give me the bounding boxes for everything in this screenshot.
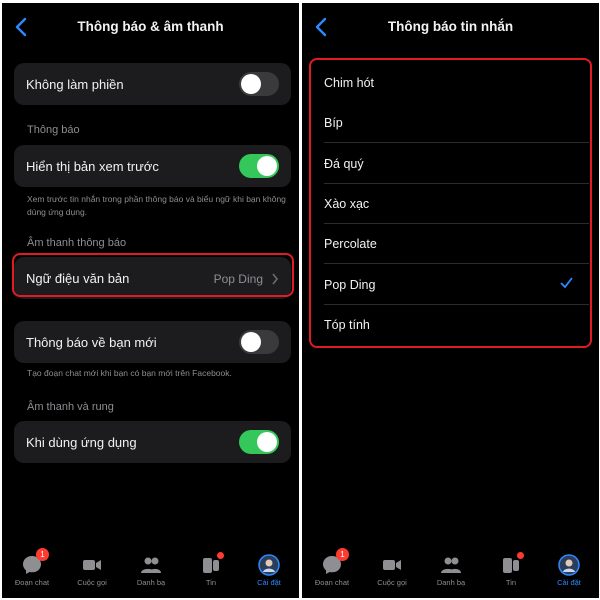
dnd-toggle[interactable]	[239, 72, 279, 96]
tab-stories-label: Tin	[205, 578, 217, 587]
tab-chats-label: Đoạn chat	[14, 578, 50, 587]
section-sound: Âm thanh thông báo	[27, 237, 127, 249]
tab-settings[interactable]: Cài đặt	[241, 554, 297, 587]
tab-contacts-label: Danh bạ	[436, 578, 466, 587]
tab-bar: 1 Đoạn chat Cuộc gọi Danh bạ Tin Cài đặt	[2, 548, 299, 598]
stories-icon	[500, 552, 524, 576]
tab-calls[interactable]: Cuộc gọi	[364, 554, 420, 587]
new-friend-toggle[interactable]	[239, 330, 279, 354]
nav-bar: Thông báo & âm thanh	[2, 3, 299, 51]
avatar	[258, 554, 280, 576]
section-vibrate: Âm thanh và rung	[27, 401, 114, 413]
page-title: Thông báo tin nhắn	[387, 19, 514, 34]
new-friend-note: Tạo đoạn chat mới khi bạn có bạn mới trê…	[27, 368, 232, 378]
tab-bar: 1 Đoạn chat Cuộc gọi Danh bạ Tin Cài đặt	[302, 548, 599, 598]
tab-calls-label: Cuộc gọi	[377, 578, 407, 587]
avatar	[558, 554, 580, 576]
preview-label: Hiển thị bản xem trước	[26, 159, 159, 174]
tab-stories[interactable]: Tin	[483, 552, 539, 587]
in-app-row[interactable]: Khi dùng ứng dụng	[14, 421, 291, 463]
dnd-row[interactable]: Không làm phiền	[14, 63, 291, 105]
section-notifications: Thông báo	[27, 124, 80, 136]
tab-chats[interactable]: 1 Đoạn chat	[304, 548, 360, 587]
highlight-box	[12, 253, 294, 297]
tab-calls-label: Cuộc gọi	[77, 578, 107, 587]
chat-bubble-icon: 1	[21, 548, 49, 576]
tab-calls[interactable]: Cuộc gọi	[64, 554, 120, 587]
in-app-toggle[interactable]	[239, 430, 279, 454]
dnd-label: Không làm phiền	[26, 77, 124, 92]
highlight-box	[309, 58, 592, 348]
tab-chats-label: Đoạn chat	[314, 578, 350, 587]
tab-stories-label: Tin	[505, 578, 517, 587]
chat-bubble-icon: 1	[321, 548, 349, 576]
tab-contacts[interactable]: Danh bạ	[123, 554, 179, 587]
tab-contacts[interactable]: Danh bạ	[423, 554, 479, 587]
tab-settings-label: Cài đặt	[257, 578, 281, 587]
tab-settings[interactable]: Cài đặt	[541, 554, 597, 587]
notifications-sound-screen: Thông báo & âm thanh Không làm phiền Thô…	[2, 3, 299, 598]
preview-note: Xem trước tin nhắn trong phần thông báo …	[27, 194, 286, 217]
new-friend-row[interactable]: Thông báo về bạn mới	[14, 321, 291, 363]
video-camera-icon	[81, 554, 103, 576]
stories-dot	[217, 552, 224, 559]
nav-bar: Thông báo tin nhắn	[302, 3, 599, 51]
chats-badge: 1	[336, 548, 349, 561]
stories-dot	[517, 552, 524, 559]
message-tone-screen: Thông báo tin nhắn Chim hót Bíp Đá quý Xào …	[302, 3, 599, 598]
tab-contacts-label: Danh bạ	[136, 578, 166, 587]
tab-settings-label: Cài đặt	[557, 578, 581, 587]
preview-row[interactable]: Hiển thị bản xem trước	[14, 145, 291, 187]
page-title: Thông báo & âm thanh	[77, 19, 224, 34]
tab-chats[interactable]: 1 Đoạn chat	[4, 548, 60, 587]
tab-stories[interactable]: Tin	[183, 552, 239, 587]
people-icon	[140, 554, 162, 576]
new-friend-label: Thông báo về bạn mới	[26, 335, 157, 350]
preview-toggle[interactable]	[239, 154, 279, 178]
people-icon	[440, 554, 462, 576]
video-camera-icon	[381, 554, 403, 576]
chats-badge: 1	[36, 548, 49, 561]
in-app-label: Khi dùng ứng dụng	[26, 435, 137, 450]
stories-icon	[200, 552, 224, 576]
